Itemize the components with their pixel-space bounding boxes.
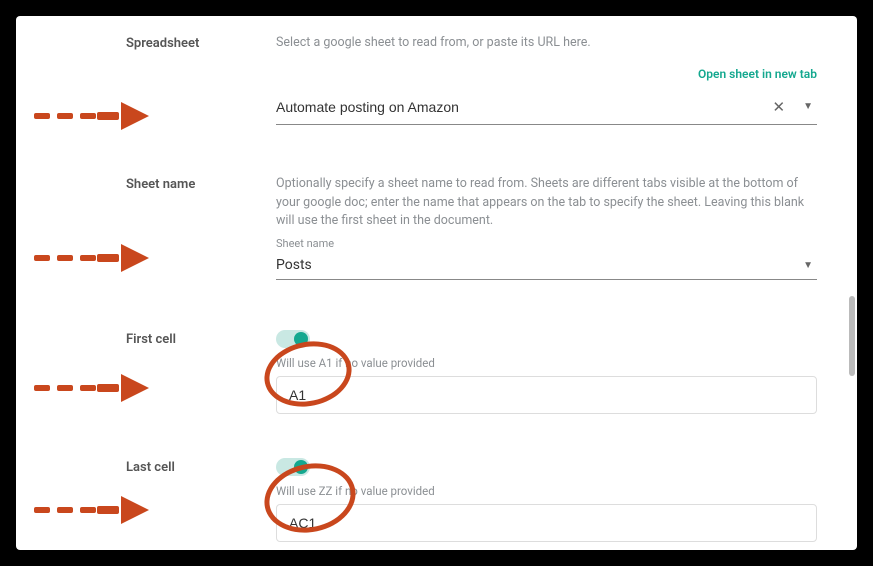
firstcell-toggle[interactable] [276,330,310,348]
sheetname-label: Sheet name [126,175,276,280]
lastcell-toggle[interactable] [276,458,310,476]
sheetname-value: Posts [276,253,793,277]
spreadsheet-label: Spreadsheet [126,34,276,125]
lastcell-section: Last cell Will use ZZ if no value provid… [126,458,817,542]
chevron-down-icon[interactable]: ▼ [793,97,817,116]
spreadsheet-helper: Select a google sheet to read from, or p… [276,34,817,53]
chevron-down-icon[interactable]: ▼ [793,256,817,275]
firstcell-helper: Will use A1 if no value provided [276,356,817,370]
lastcell-input[interactable] [276,504,817,542]
form-content: Spreadsheet Select a google sheet to rea… [16,16,857,550]
spreadsheet-input-wrap[interactable]: ✕ ▼ [276,90,817,125]
scrollbar[interactable] [849,296,855,376]
spreadsheet-section: Spreadsheet Select a google sheet to rea… [126,34,817,125]
lastcell-label: Last cell [126,458,276,542]
firstcell-label: First cell [126,330,276,414]
firstcell-section: First cell Will use A1 if no value provi… [126,330,817,414]
spreadsheet-input[interactable] [276,95,765,119]
sheetname-helper: Optionally specify a sheet name to read … [276,175,817,231]
firstcell-input[interactable] [276,376,817,414]
lastcell-helper: Will use ZZ if no value provided [276,484,817,498]
clear-icon[interactable]: ✕ [765,94,794,120]
sheetname-section: Sheet name Optionally specify a sheet na… [126,175,817,280]
open-sheet-link[interactable]: Open sheet in new tab [698,67,817,81]
sheetname-mini-label: Sheet name [276,237,817,250]
sheetname-select[interactable]: Posts ▼ [276,251,817,280]
